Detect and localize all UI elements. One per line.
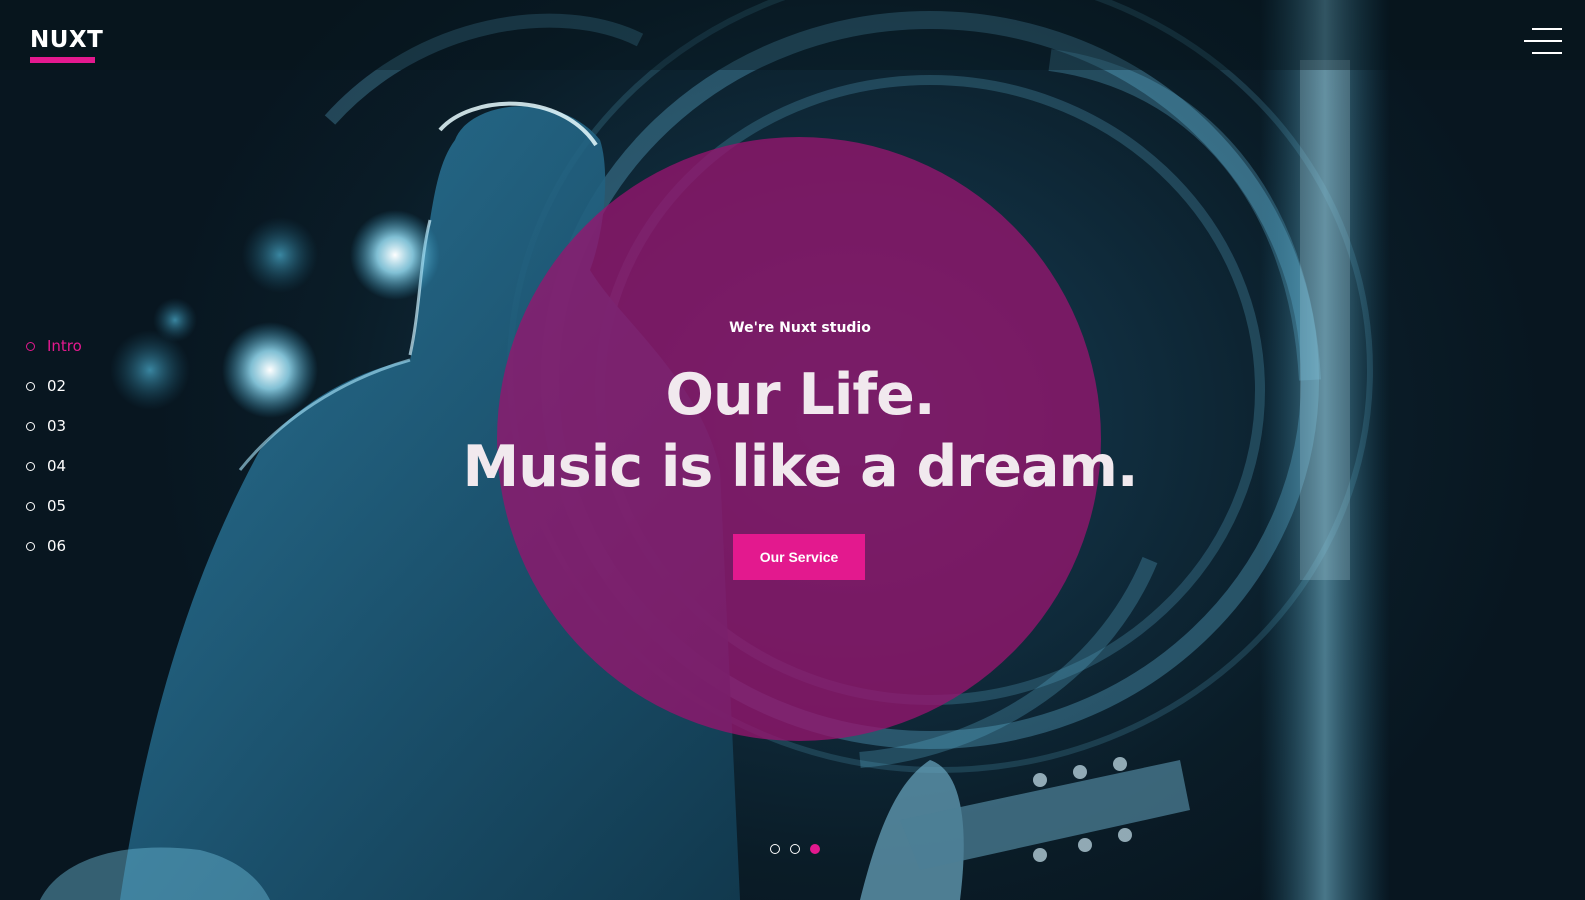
hero-headline-line1: Our Life.	[665, 362, 936, 428]
section-nav-item-intro[interactable]: Intro	[26, 336, 82, 356]
hero-headline-line2: Music is like a dream.	[462, 434, 1138, 500]
nav-dot-icon	[26, 541, 35, 551]
nav-dot-icon	[26, 501, 35, 511]
section-nav-label: 04	[47, 457, 67, 475]
site-logo[interactable]: NUXT	[30, 26, 103, 54]
hero-section: NUXT Intro 02 03 04 05 06 We're Nuxt stu…	[0, 0, 1585, 900]
section-nav-item-06[interactable]: 06	[26, 536, 82, 556]
slider-dot-2[interactable]	[790, 844, 800, 854]
section-nav-label: 06	[47, 537, 67, 555]
section-nav-item-02[interactable]: 02	[26, 376, 82, 396]
nav-dot-icon	[26, 461, 35, 471]
slider-pagination	[770, 844, 820, 854]
slider-dot-1[interactable]	[770, 844, 780, 854]
nav-dot-icon	[26, 381, 35, 391]
section-nav-item-03[interactable]: 03	[26, 416, 82, 436]
menu-line	[1532, 52, 1562, 54]
menu-line	[1524, 40, 1562, 42]
section-nav-item-04[interactable]: 04	[26, 456, 82, 476]
hero-kicker: We're Nuxt studio	[729, 320, 871, 336]
logo-underline	[30, 57, 95, 63]
our-service-button[interactable]: Our Service	[733, 534, 865, 580]
nav-dot-icon	[26, 421, 35, 431]
section-nav-item-05[interactable]: 05	[26, 496, 82, 516]
section-nav-label: 05	[47, 497, 67, 515]
section-nav: Intro 02 03 04 05 06	[26, 336, 82, 576]
section-nav-label: Intro	[47, 337, 82, 355]
hamburger-menu-icon[interactable]	[1524, 26, 1562, 56]
section-nav-label: 03	[47, 417, 67, 435]
nav-dot-icon	[26, 341, 35, 351]
section-nav-label: 02	[47, 377, 67, 395]
slider-dot-3[interactable]	[810, 844, 820, 854]
menu-line	[1532, 28, 1562, 30]
